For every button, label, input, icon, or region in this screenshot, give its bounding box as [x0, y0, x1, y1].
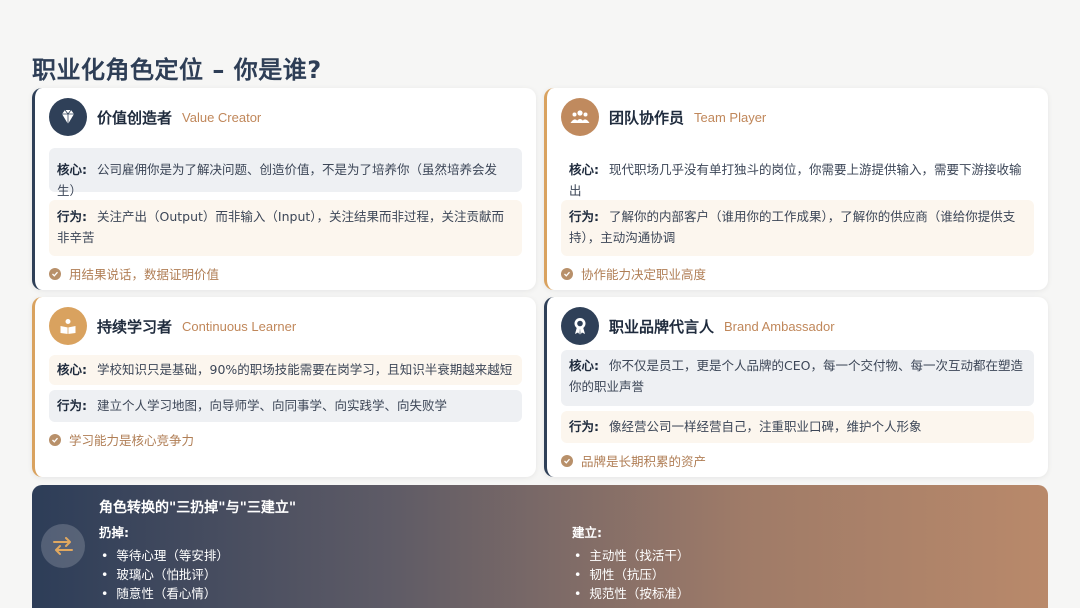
- card-subtitle: Brand Ambassador: [724, 318, 835, 334]
- list-item: 韧性（抗压）: [572, 565, 689, 584]
- card-footer: 学习能力是核心竞争力: [49, 430, 522, 449]
- check-icon: [561, 267, 573, 280]
- award-icon: [561, 307, 599, 345]
- core-text: 公司雇佣你是为了解决问题、创造价值，不是为了培养你（虽然培养会发生）: [57, 162, 497, 198]
- card-footer: 协作能力决定职业高度: [561, 264, 1034, 283]
- core-row: 核心: 学校知识只是基础，90%的职场技能需要在岗学习，且知识半衰期越来越短: [49, 355, 522, 385]
- list-item: 规范性（按标准）: [572, 584, 689, 603]
- action-row: 行为: 关注产出（Output）而非输入（Input），关注结果而非过程，关注贡…: [49, 200, 522, 256]
- reader-icon: [49, 307, 87, 345]
- core-row: 核心: 公司雇佣你是为了解决问题、创造价值，不是为了培养你（虽然培养会发生）: [49, 148, 522, 198]
- card-header: 职业品牌代言人 Brand Ambassador: [561, 297, 1034, 355]
- list-item: 等待心理（等安排）: [99, 546, 229, 565]
- card-header: 团队协作员 Team Player: [561, 88, 1034, 146]
- card-header: 持续学习者 Continuous Learner: [49, 297, 522, 355]
- card-team-player: 团队协作员 Team Player 核心: 现代职场几乎没有单打独斗的岗位，你需…: [544, 88, 1048, 290]
- action-label: 行为:: [57, 209, 87, 224]
- card-subtitle: Continuous Learner: [182, 318, 297, 334]
- core-row: 核心: 你不仅是员工，更是个人品牌的CEO，每一个交付物、每一次互动都在塑造你的…: [561, 350, 1034, 406]
- list-item: 玻璃心（怕批评）: [99, 565, 229, 584]
- core-label: 核心:: [57, 362, 87, 377]
- action-text: 了解你的内部客户（谁用你的工作成果），了解你的供应商（谁给你提供支持），主动沟通…: [569, 209, 1016, 245]
- card-continuous-learner: 持续学习者 Continuous Learner 核心: 学校知识只是基础，90…: [32, 297, 536, 477]
- card-subtitle: Value Creator: [182, 109, 262, 125]
- diamond-icon: [49, 98, 87, 136]
- action-label: 行为:: [569, 419, 599, 434]
- discard-heading: 扔掉:: [99, 525, 129, 540]
- page-title: 职业化角色定位 – 你是谁?: [32, 56, 322, 84]
- card-title: 团队协作员: [609, 108, 685, 127]
- footer-text: 品牌是长期积累的资产: [581, 454, 707, 469]
- swap-icon: [41, 524, 85, 568]
- discard-list: 等待心理（等安排） 玻璃心（怕批评） 随意性（看心情）: [99, 546, 229, 603]
- card-title: 持续学习者: [97, 317, 173, 336]
- team-icon: [561, 98, 599, 136]
- core-text: 现代职场几乎没有单打独斗的岗位，你需要上游提供输入，需要下游接收输出: [569, 162, 1022, 198]
- check-icon: [49, 267, 61, 280]
- establish-column: 建立: 主动性（找活干） 韧性（抗压） 规范性（按标准）: [572, 522, 689, 603]
- card-title: 职业品牌代言人: [609, 317, 715, 336]
- check-icon: [49, 433, 61, 446]
- action-label: 行为:: [57, 398, 87, 413]
- list-item: 随意性（看心情）: [99, 584, 229, 603]
- card-header: 价值创造者 Value Creator: [49, 88, 522, 146]
- core-text: 学校知识只是基础，90%的职场技能需要在岗学习，且知识半衰期越来越短: [96, 362, 513, 377]
- card-value-creator: 价值创造者 Value Creator 核心: 公司雇佣你是为了解决问题、创造价…: [32, 88, 536, 290]
- establish-list: 主动性（找活干） 韧性（抗压） 规范性（按标准）: [572, 546, 689, 603]
- establish-heading: 建立:: [572, 525, 602, 540]
- card-brand-ambassador: 职业品牌代言人 Brand Ambassador 核心: 你不仅是员工，更是个人…: [544, 297, 1048, 477]
- core-text: 你不仅是员工，更是个人品牌的CEO，每一个交付物、每一次互动都在塑造你的职业声誉: [569, 358, 1023, 394]
- summary-banner: 角色转换的"三扔掉"与"三建立" 扔掉: 等待心理（等安排） 玻璃心（怕批评） …: [32, 485, 1048, 608]
- action-label: 行为:: [569, 209, 599, 224]
- discard-column: 扔掉: 等待心理（等安排） 玻璃心（怕批评） 随意性（看心情）: [99, 522, 229, 603]
- action-text: 像经营公司一样经营自己，注重职业口碑，维护个人形象: [608, 419, 922, 434]
- card-title: 价值创造者: [97, 108, 173, 127]
- footer-text: 学习能力是核心竞争力: [69, 433, 195, 448]
- core-label: 核心:: [57, 162, 87, 177]
- list-item: 主动性（找活干）: [572, 546, 689, 565]
- check-icon: [561, 454, 573, 467]
- action-text: 建立个人学习地图，向导师学、向同事学、向实践学、向失败学: [96, 398, 447, 413]
- core-label: 核心:: [569, 358, 599, 373]
- card-footer: 用结果说话，数据证明价值: [49, 264, 522, 283]
- action-row: 行为: 了解你的内部客户（谁用你的工作成果），了解你的供应商（谁给你提供支持），…: [561, 200, 1034, 256]
- footer-text: 协作能力决定职业高度: [581, 267, 707, 282]
- card-footer: 品牌是长期积累的资产: [561, 451, 1034, 470]
- action-row: 行为: 像经营公司一样经营自己，注重职业口碑，维护个人形象: [561, 411, 1034, 443]
- action-text: 关注产出（Output）而非输入（Input），关注结果而非过程，关注贡献而非辛…: [57, 209, 505, 245]
- card-subtitle: Team Player: [694, 109, 767, 125]
- footer-text: 用结果说话，数据证明价值: [69, 267, 220, 282]
- action-row: 行为: 建立个人学习地图，向导师学、向同事学、向实践学、向失败学: [49, 390, 522, 422]
- core-row: 核心: 现代职场几乎没有单打独斗的岗位，你需要上游提供输入，需要下游接收输出: [561, 148, 1034, 198]
- banner-title: 角色转换的"三扔掉"与"三建立": [99, 500, 297, 516]
- core-label: 核心:: [569, 162, 599, 177]
